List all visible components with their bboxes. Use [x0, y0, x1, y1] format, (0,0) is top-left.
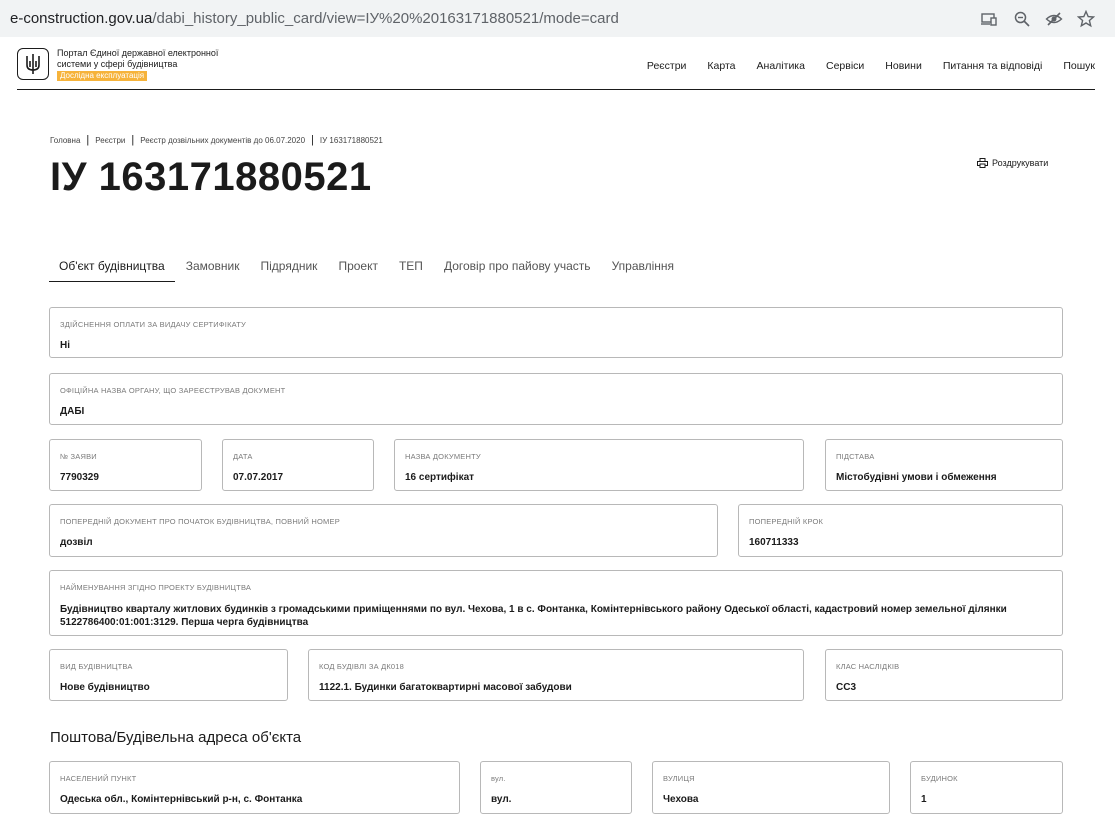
field-label: Попередній документ про початок будівниц…: [60, 517, 340, 526]
field-label: Назва документу: [405, 452, 481, 461]
browser-address-bar: e-construction.gov.ua/dabi_history_publi…: [0, 0, 1115, 37]
field-street: Вулиця Чехова: [652, 761, 890, 814]
nav-faq[interactable]: Питання та відповіді: [943, 60, 1043, 72]
print-label: Роздрукувати: [992, 158, 1049, 168]
field-value: СС3: [836, 682, 857, 693]
url-field[interactable]: e-construction.gov.ua/dabi_history_publi…: [10, 10, 619, 27]
breadcrumb: Головна | Реєстри | Реєстр дозвільних до…: [50, 134, 383, 146]
zoom-icon[interactable]: [1013, 10, 1031, 28]
field-consequence-class: Клас наслідків СС3: [825, 649, 1063, 701]
tab-contractor[interactable]: Підрядник: [251, 256, 328, 282]
field-value: 7790329: [60, 472, 99, 483]
field-value: Містобудівні умови і обмеження: [836, 472, 997, 483]
field-label: вул.: [491, 774, 506, 783]
field-label: Населений пункт: [60, 774, 137, 783]
field-payment: Здійснення оплати за видачу сертифікату …: [49, 307, 1063, 358]
field-label: Здійснення оплати за видачу сертифікату: [60, 320, 246, 329]
field-label: Дата: [233, 452, 253, 461]
field-dk018-code: Код будівлі за ДК018 1122.1. Будинки баг…: [308, 649, 804, 701]
portal-title-text: Портал Єдиної державної електронної сист…: [57, 48, 219, 69]
field-label: Будинок: [921, 774, 958, 783]
field-application-number: № заяви 7790329: [49, 439, 202, 491]
field-date: Дата 07.07.2017: [222, 439, 374, 491]
breadcrumb-separator: |: [86, 134, 90, 146]
main-nav: Реєстри Карта Аналітика Сервіси Новини П…: [626, 60, 1095, 72]
nav-news[interactable]: Новини: [885, 60, 922, 72]
field-label: Попередній крок: [749, 517, 824, 526]
site-header: Портал Єдиної державної електронної сист…: [17, 46, 1095, 90]
field-label: Офіційна назва органу, що зареєстрував д…: [60, 386, 286, 395]
page-title: ІУ 163171880521: [50, 155, 372, 199]
nav-search[interactable]: Пошук: [1063, 60, 1095, 72]
field-previous-document: Попередній документ про початок будівниц…: [49, 504, 718, 557]
portal-title[interactable]: Портал Єдиної державної електронної сист…: [57, 48, 227, 81]
breadcrumb-registry[interactable]: Реєстр дозвільних документів до 06.07.20…: [140, 136, 305, 145]
field-value: 1122.1. Будинки багатоквартирні масової …: [319, 682, 572, 693]
printer-icon: [977, 158, 988, 168]
field-value: 160711333: [749, 537, 799, 548]
field-value: Ні: [60, 340, 70, 351]
print-button[interactable]: Роздрукувати: [977, 158, 1048, 168]
trident-logo-icon[interactable]: [17, 48, 49, 80]
tab-construction-object[interactable]: Об'єкт будівництва: [49, 256, 175, 282]
nav-map[interactable]: Карта: [707, 60, 735, 72]
field-project-name: Найменування згідно проекту будівництва …: [49, 570, 1063, 636]
field-construction-type: Вид будівництва Нове будівництво: [49, 649, 288, 701]
field-value: ДАБІ: [60, 406, 85, 417]
field-value: дозвіл: [60, 537, 93, 548]
field-value: Нове будівництво: [60, 682, 150, 693]
tab-bar: Об'єкт будівництва Замовник Підрядник Пр…: [49, 256, 685, 282]
breadcrumb-home[interactable]: Головна: [50, 136, 80, 145]
field-value: вул.: [491, 794, 512, 805]
tab-customer[interactable]: Замовник: [176, 256, 250, 282]
nav-analytics[interactable]: Аналітика: [757, 60, 805, 72]
breadcrumb-current: ІУ 163171880521: [319, 135, 383, 145]
field-document-name: Назва документу 16 сертифікат: [394, 439, 804, 491]
field-settlement: Населений пункт Одеська обл., Комінтерні…: [49, 761, 460, 814]
field-street-type: вул. вул.: [480, 761, 632, 814]
field-value: 16 сертифікат: [405, 472, 475, 483]
field-value: 07.07.2017: [233, 472, 284, 483]
url-path: /dabi_history_public_card/view=IУ%20%201…: [152, 10, 619, 27]
field-label: Вулиця: [663, 774, 695, 783]
address-section-title: Поштова/Будівельна адреса об'єкта: [50, 729, 302, 746]
field-label: Найменування згідно проекту будівництва: [60, 583, 252, 592]
nav-registries[interactable]: Реєстри: [647, 60, 687, 72]
tab-shared-participation[interactable]: Договір про пайову участь: [434, 256, 601, 282]
url-domain: e-construction.gov.ua: [10, 10, 153, 27]
field-authority: Офіційна назва органу, що зареєстрував д…: [49, 373, 1063, 425]
field-value: Чехова: [663, 794, 699, 805]
eye-off-icon[interactable]: [1045, 10, 1063, 28]
breadcrumb-registries[interactable]: Реєстри: [95, 136, 125, 145]
field-label: Вид будівництва: [60, 662, 133, 671]
field-value: 1: [921, 794, 927, 805]
field-label: Підстава: [836, 452, 875, 461]
field-value: Будівництво кварталу житлових будинків з…: [60, 604, 1007, 628]
breadcrumb-separator: |: [131, 134, 135, 146]
field-label: Клас наслідків: [836, 662, 900, 671]
tab-management[interactable]: Управління: [602, 256, 684, 282]
field-basis: Підстава Містобудівні умови і обмеження: [825, 439, 1063, 491]
field-previous-step: Попередній крок 160711333: [738, 504, 1063, 557]
nav-services[interactable]: Сервіси: [826, 60, 864, 72]
breadcrumb-separator: |: [311, 134, 314, 146]
install-app-icon[interactable]: [980, 10, 998, 28]
tab-tep[interactable]: ТЕП: [389, 256, 433, 282]
field-building: Будинок 1: [910, 761, 1063, 814]
field-label: № заяви: [60, 452, 97, 461]
tab-project[interactable]: Проект: [328, 256, 388, 282]
field-label: Код будівлі за ДК018: [319, 662, 405, 671]
beta-badge: Дослідна експлуатація: [57, 71, 148, 81]
field-value: Одеська обл., Комінтернівський р-н, с. Ф…: [60, 794, 303, 805]
bookmark-star-icon[interactable]: [1077, 10, 1095, 28]
